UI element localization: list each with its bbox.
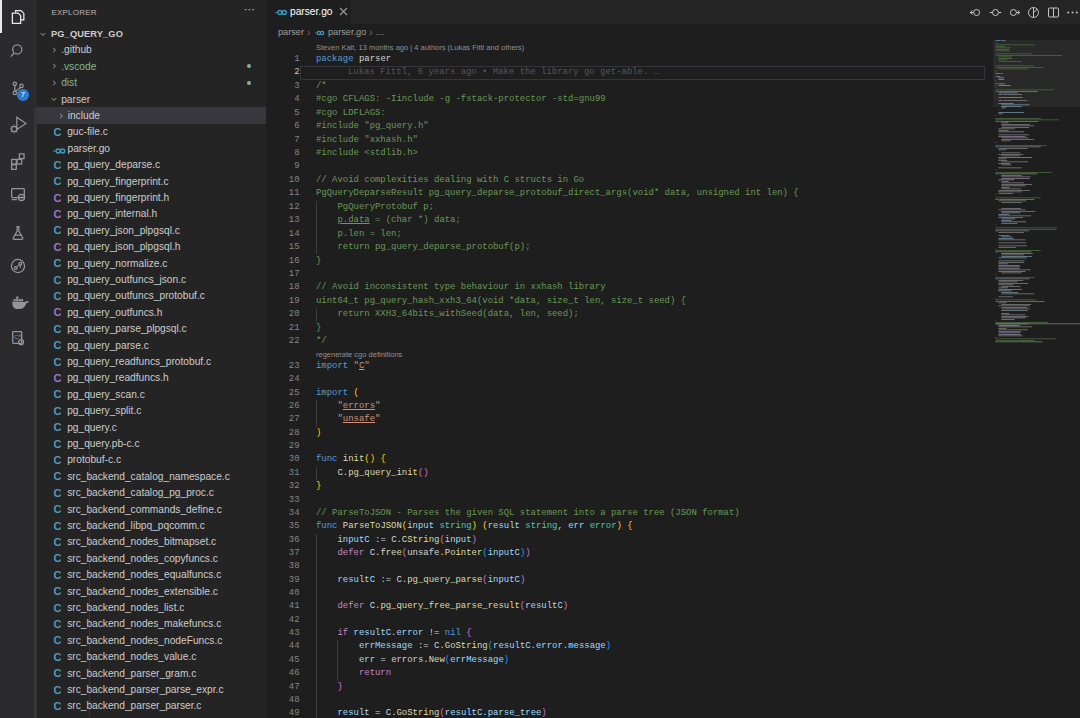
svg-text:Cª: Cª [14, 334, 21, 340]
